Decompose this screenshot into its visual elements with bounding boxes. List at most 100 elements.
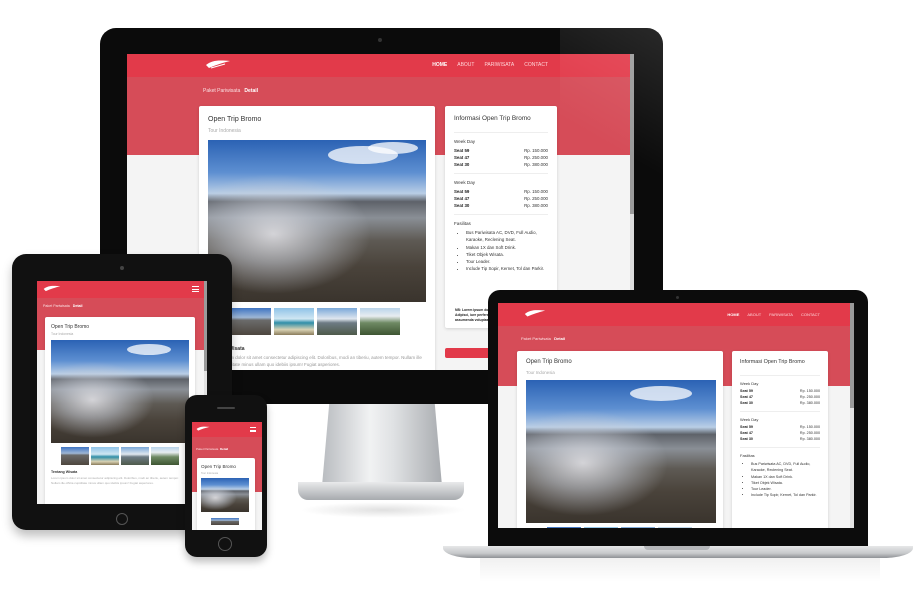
seat-price: Rp. 380.000 xyxy=(524,203,548,208)
breadcrumb: Paket Pariwisata Detail xyxy=(203,88,258,94)
seat-label: Seat 30 xyxy=(454,162,470,167)
breadcrumb-parent[interactable]: Paket Pariwisata xyxy=(43,304,70,308)
divider xyxy=(454,173,548,174)
cloud-shape xyxy=(127,344,171,355)
navbar: HOME ABOUT PARIWISATA CONTACT xyxy=(498,303,854,326)
price-row: Seat 30 Rp. 380.000 xyxy=(454,162,548,167)
thumbnail[interactable] xyxy=(151,447,179,465)
about-text: Lorem ipsum dolor sit amet consectetur a… xyxy=(51,476,179,486)
thumbnail[interactable] xyxy=(91,447,119,465)
nav-menu: HOME ABOUT PARIWISATA CONTACT xyxy=(727,312,820,317)
seat-label: Seat 47 xyxy=(454,155,470,160)
breadcrumb-parent[interactable]: Paket Pariwisata xyxy=(203,88,240,94)
nav-home[interactable]: HOME xyxy=(727,312,739,317)
price-group-label: Week Day xyxy=(740,381,759,386)
trip-card: Open Trip Bromo Tour Indonesia Tentang W… xyxy=(45,317,195,504)
scrollbar[interactable] xyxy=(850,303,854,528)
thumbnail[interactable] xyxy=(547,527,581,528)
breadcrumb-current: Detail xyxy=(72,304,83,308)
hamburger-icon[interactable] xyxy=(250,427,256,432)
nav-about[interactable]: ABOUT xyxy=(747,312,761,317)
thumbnail-strip xyxy=(211,518,239,525)
facilities-label: Fasilitas xyxy=(740,453,755,458)
phone-home-button[interactable] xyxy=(218,537,232,551)
logo-mark-icon xyxy=(524,310,546,317)
seat-price: Rp. 150.000 xyxy=(799,389,820,393)
thumbnail-strip xyxy=(61,447,179,465)
seat-price: Rp. 250.000 xyxy=(799,395,820,399)
seat-label: Seat 30 xyxy=(454,203,470,208)
thumbnail-strip xyxy=(231,308,400,335)
cloud-shape xyxy=(630,386,692,401)
facility-item: Include Tip Sopir, Kernet, Tol dan Parki… xyxy=(751,492,820,498)
price-group-label: Week Day xyxy=(454,139,476,144)
breadcrumb-current: Detail xyxy=(220,447,229,451)
seat-price: Rp. 250.000 xyxy=(524,155,548,160)
phone-site: Paket Pariwisata Detail Open Trip Bromo … xyxy=(192,422,262,530)
breadcrumb-parent[interactable]: Paket Pariwisata xyxy=(196,447,218,451)
thumbnail[interactable] xyxy=(584,527,618,528)
monitor-base xyxy=(298,482,464,500)
breadcrumb: Paket Pariwisata Detail xyxy=(521,336,565,341)
trip-subtitle: Tour Indonesia xyxy=(526,370,555,375)
scrollbar-thumb[interactable] xyxy=(630,54,634,214)
seat-label: Seat 59 xyxy=(740,389,753,393)
thumbnail[interactable] xyxy=(621,527,655,528)
nav-contact[interactable]: CONTACT xyxy=(801,312,820,317)
price-row: Seat 59 Rp. 150.000 xyxy=(740,389,820,393)
trip-subtitle: Tour Indonesia xyxy=(208,128,241,134)
brand-logo[interactable] xyxy=(524,308,546,320)
laptop-notch xyxy=(644,546,710,550)
brand-logo[interactable] xyxy=(43,284,61,294)
nav-about[interactable]: ABOUT xyxy=(457,62,474,68)
hamburger-icon[interactable] xyxy=(192,286,199,292)
facilities-label: Fasilitas xyxy=(454,221,471,226)
logo-mark-icon xyxy=(206,60,230,69)
navbar: HOME ABOUT PARIWISATA CONTACT xyxy=(127,54,634,77)
info-title: Informasi Open Trip Bromo xyxy=(740,359,805,365)
about-text: Lorem ipsum dolor sit amet consectetur a… xyxy=(208,355,422,368)
thumbnail[interactable] xyxy=(360,308,400,335)
thumbnail[interactable] xyxy=(61,447,89,465)
price-group-label: Week Day xyxy=(740,417,759,422)
facilities-list: Bus Pariwisata AC, DVD, Full Audio, Kara… xyxy=(740,461,820,499)
divider xyxy=(454,214,548,215)
breadcrumb: Paket Pariwisata Detail xyxy=(196,447,228,451)
laptop-site: HOME ABOUT PARIWISATA CONTACT Paket Pari… xyxy=(498,303,854,528)
brand-logo[interactable] xyxy=(205,58,231,72)
price-row: Seat 47 Rp. 250.000 xyxy=(740,395,820,399)
scrollbar-thumb[interactable] xyxy=(204,281,207,371)
price-row: Seat 47 Rp. 250.000 xyxy=(454,196,548,201)
breadcrumb-parent[interactable]: Paket Pariwisata xyxy=(521,336,551,341)
brand-logo[interactable] xyxy=(196,425,210,433)
seat-price: Rp. 380.000 xyxy=(524,162,548,167)
price-group-label: Week Day xyxy=(454,180,476,185)
nav-pariwisata[interactable]: PARIWISATA xyxy=(769,312,793,317)
divider xyxy=(740,375,820,376)
cloud-shape xyxy=(368,142,418,154)
thumbnail[interactable] xyxy=(274,308,314,335)
seat-label: Seat 47 xyxy=(454,196,470,201)
trip-main-photo xyxy=(208,140,426,302)
logo-mark-icon xyxy=(43,285,61,292)
trip-title: Open Trip Bromo xyxy=(526,359,572,365)
tablet-home-button[interactable] xyxy=(116,513,128,525)
trip-subtitle: Tour Indonesia xyxy=(201,472,219,475)
facility-item: Tour Leader. xyxy=(466,258,548,265)
scrollbar-thumb[interactable] xyxy=(850,303,854,408)
thumbnail[interactable] xyxy=(121,447,149,465)
price-row: Seat 30 Rp. 380.000 xyxy=(454,203,548,208)
seat-label: Seat 47 xyxy=(740,431,753,435)
trip-card: Open Trip Bromo Tour Indonesia Tentang W… xyxy=(199,106,435,370)
nav-menu: HOME ABOUT PARIWISATA CONTACT xyxy=(432,62,548,68)
thumbnail[interactable] xyxy=(231,308,271,335)
nav-home[interactable]: HOME xyxy=(432,62,447,68)
thumbnail[interactable] xyxy=(211,518,239,525)
nav-pariwisata[interactable]: PARIWISATA xyxy=(484,62,514,68)
facility-item: Include Tip Sopir, Kernet, Tol dan Parki… xyxy=(466,265,548,272)
divider xyxy=(454,132,548,133)
thumbnail[interactable] xyxy=(658,527,692,528)
nav-contact[interactable]: CONTACT xyxy=(524,62,548,68)
thumbnail[interactable] xyxy=(317,308,357,335)
monitor-neck xyxy=(322,404,442,486)
